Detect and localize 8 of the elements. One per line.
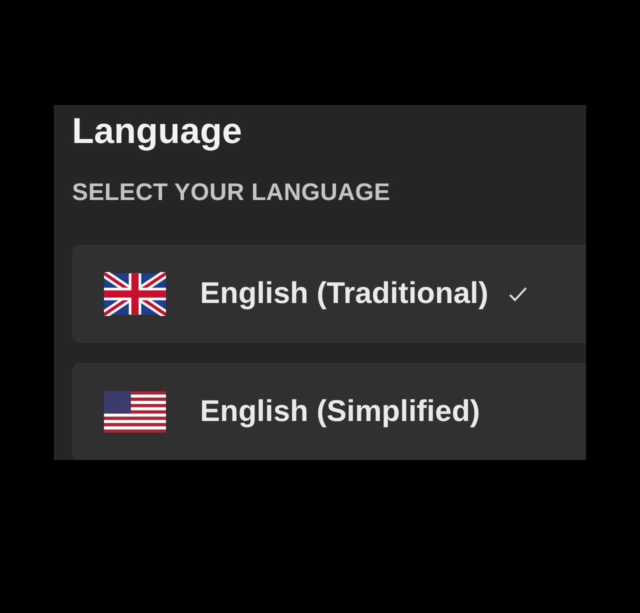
language-name: English (Simplified) [200, 394, 480, 430]
language-name: English (Traditional) [200, 276, 488, 312]
union-flag-icon [104, 272, 166, 316]
language-option[interactable]: English (Traditional) [72, 244, 586, 343]
language-option[interactable]: English (Simplified) [72, 362, 586, 460]
stars-and-stripes-flag-icon [104, 390, 166, 434]
section-heading: SELECT YOUR LANGUAGE [72, 178, 392, 208]
panel-title: Language [72, 111, 244, 151]
